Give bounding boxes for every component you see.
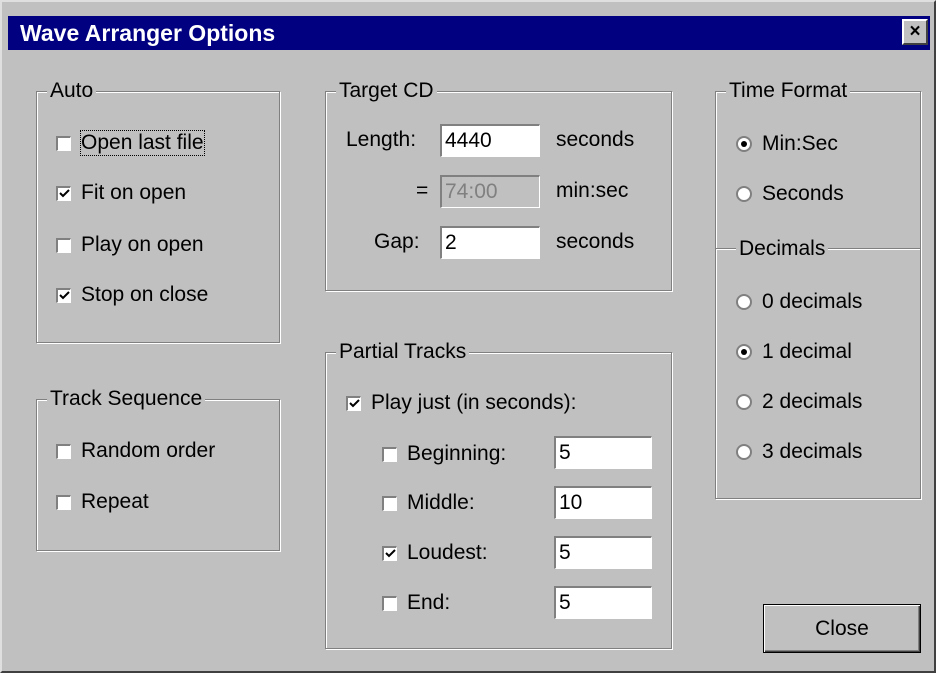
track-sequence-legend: Track Sequence: [47, 386, 206, 412]
checkbox-loudest[interactable]: Loudest:: [382, 539, 488, 567]
checkbox-open-last-file[interactable]: Open last file: [56, 129, 205, 157]
checkbox-box[interactable]: [56, 494, 71, 510]
checkbox-label: Play just (in seconds):: [371, 391, 577, 414]
length-label: Length:: [346, 128, 417, 151]
time-format-legend: Time Format: [726, 78, 851, 104]
radio-label: 0 decimals: [762, 290, 863, 313]
checkbox-box[interactable]: [56, 287, 71, 303]
auto-legend: Auto: [47, 78, 97, 104]
radio-3-decimals[interactable]: 3 decimals: [736, 438, 862, 466]
radio-label: Seconds: [762, 182, 844, 205]
radio-1-decimal[interactable]: 1 decimal: [736, 338, 852, 366]
decimals-legend: Decimals: [736, 236, 829, 262]
checkbox-box[interactable]: [346, 395, 361, 411]
checkbox-stop-on-close[interactable]: Stop on close: [56, 281, 208, 309]
close-window-icon[interactable]: ×: [902, 19, 928, 45]
close-button-label: Close: [815, 616, 869, 640]
checkbox-label: Stop on close: [81, 283, 209, 306]
gap-label: Gap:: [374, 230, 420, 253]
check-icon: [348, 399, 360, 408]
checkbox-box[interactable]: [382, 595, 397, 611]
checkbox-play-just[interactable]: Play just (in seconds):: [346, 389, 576, 417]
checkbox-label: Loudest:: [407, 541, 488, 564]
checkbox-play-on-open[interactable]: Play on open: [56, 231, 204, 259]
checkbox-box[interactable]: [382, 446, 397, 462]
loudest-input[interactable]: 5: [554, 536, 652, 569]
checkbox-box[interactable]: [382, 495, 397, 511]
checkbox-label: Repeat: [81, 490, 149, 513]
checkbox-label: Fit on open: [81, 181, 187, 204]
length-input[interactable]: 4440: [440, 124, 540, 157]
radio-dot-icon: [741, 141, 747, 147]
middle-input[interactable]: 10: [554, 486, 652, 519]
checkbox-repeat[interactable]: Repeat: [56, 488, 149, 516]
radio-circle[interactable]: [736, 344, 752, 360]
minsec-unit: min:sec: [556, 179, 629, 202]
check-icon: [384, 549, 396, 558]
close-button[interactable]: Close: [763, 604, 921, 653]
radio-label: Min:Sec: [762, 132, 838, 155]
options-dialog: Wave Arranger Options × Auto Open last f…: [0, 0, 936, 673]
checkbox-middle[interactable]: Middle:: [382, 489, 475, 517]
target-cd-legend: Target CD: [336, 78, 437, 104]
radio-circle[interactable]: [736, 136, 752, 152]
radio-circle[interactable]: [736, 444, 752, 460]
radio-2-decimals[interactable]: 2 decimals: [736, 388, 862, 416]
checkbox-beginning[interactable]: Beginning:: [382, 440, 506, 468]
target-cd-group: Target CD Length: 4440 seconds = 74:00 m…: [325, 78, 672, 291]
title-bar[interactable]: Wave Arranger Options ×: [8, 16, 930, 50]
gap-input[interactable]: 2: [440, 226, 540, 259]
minsec-display: 74:00: [440, 175, 540, 208]
radio-label: 2 decimals: [762, 390, 863, 413]
auto-group: Auto Open last file Fit on open Play on …: [36, 78, 280, 343]
checkbox-label: Middle:: [407, 491, 475, 514]
equals-sign: =: [416, 179, 429, 202]
window-title: Wave Arranger Options: [20, 20, 276, 46]
partial-tracks-group: Partial Tracks Play just (in seconds): B…: [325, 339, 672, 649]
checkbox-box[interactable]: [56, 135, 71, 151]
radio-min-sec[interactable]: Min:Sec: [736, 130, 838, 158]
radio-circle[interactable]: [736, 186, 752, 202]
checkbox-label: Open last file: [80, 130, 205, 156]
checkbox-box[interactable]: [56, 443, 71, 459]
checkbox-label: Random order: [81, 439, 216, 462]
beginning-input[interactable]: 5: [554, 436, 652, 469]
time-format-group: Time Format Min:Sec Seconds Decimals 0 d…: [715, 78, 921, 499]
checkbox-box[interactable]: [56, 237, 71, 253]
radio-label: 1 decimal: [762, 340, 852, 363]
end-input[interactable]: 5: [554, 586, 652, 619]
radio-0-decimals[interactable]: 0 decimals: [736, 288, 862, 316]
radio-circle[interactable]: [736, 394, 752, 410]
checkbox-label: Play on open: [81, 233, 204, 256]
check-icon: [58, 189, 70, 198]
gap-unit: seconds: [556, 230, 635, 253]
track-sequence-group: Track Sequence Random order Repeat: [36, 386, 280, 551]
radio-label: 3 decimals: [762, 440, 863, 463]
radio-seconds[interactable]: Seconds: [736, 180, 844, 208]
radio-circle[interactable]: [736, 294, 752, 310]
length-unit: seconds: [556, 128, 635, 151]
checkbox-box[interactable]: [56, 185, 71, 201]
checkbox-random-order[interactable]: Random order: [56, 437, 215, 465]
check-icon: [58, 291, 70, 300]
checkbox-label: Beginning:: [407, 442, 507, 465]
checkbox-label: End:: [407, 591, 451, 614]
partial-tracks-legend: Partial Tracks: [336, 339, 470, 365]
radio-dot-icon: [741, 349, 747, 355]
checkbox-end[interactable]: End:: [382, 589, 450, 617]
checkbox-box[interactable]: [382, 545, 397, 561]
checkbox-fit-on-open[interactable]: Fit on open: [56, 179, 186, 207]
